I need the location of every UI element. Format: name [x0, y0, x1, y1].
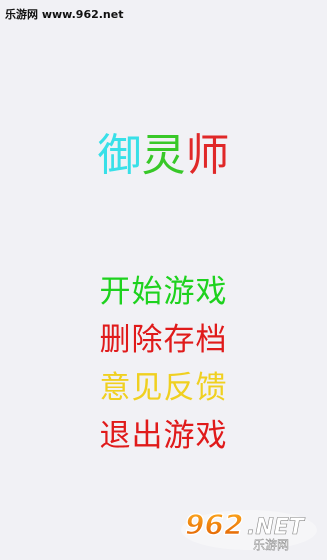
site-logo: 962 .NET 乐游网	[179, 504, 319, 552]
site-logo-graphic: 962 .NET 乐游网	[181, 507, 317, 552]
site-watermark: 乐游网 www.962.net	[5, 8, 124, 21]
logo-subtitle: 乐游网	[253, 538, 289, 552]
title-char-3: 师	[185, 130, 230, 181]
title-char-2: 灵	[141, 130, 186, 181]
feedback-button[interactable]: 意见反馈	[100, 364, 228, 412]
exit-game-button[interactable]: 退出游戏	[100, 412, 228, 460]
title-char-1: 御	[97, 130, 142, 181]
start-game-button[interactable]: 开始游戏	[100, 268, 228, 316]
logo-number: 962	[185, 508, 243, 541]
logo-net: .NET	[247, 515, 306, 540]
delete-save-button[interactable]: 删除存档	[100, 316, 228, 364]
main-menu: 开始游戏 删除存档 意见反馈 退出游戏	[0, 268, 327, 460]
game-title: 御灵师	[0, 128, 327, 184]
